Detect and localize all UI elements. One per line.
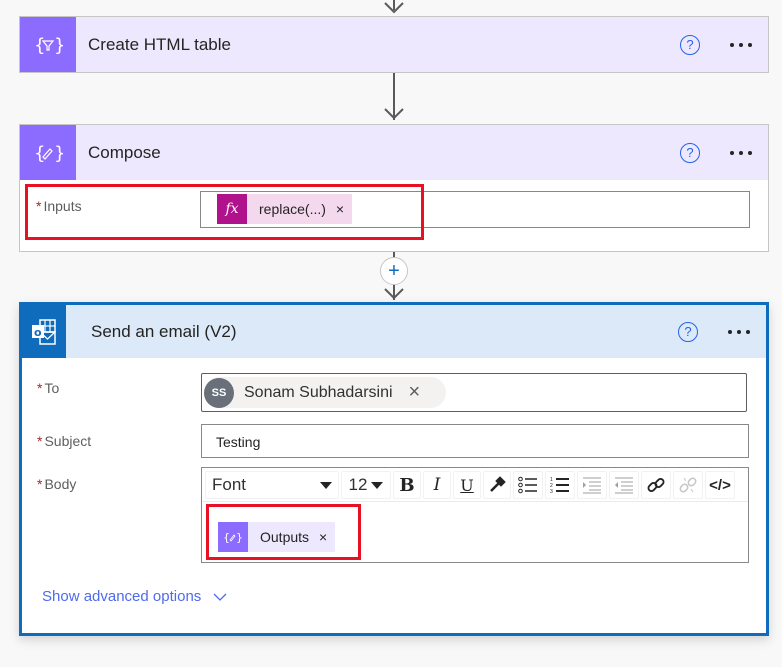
more-options-icon[interactable] [730, 42, 752, 47]
link-button[interactable] [641, 471, 671, 499]
svg-text:}: } [54, 143, 63, 164]
svg-text:{: { [34, 143, 45, 164]
step-header[interactable]: { } Compose ? [20, 125, 768, 180]
svg-text:3: 3 [550, 489, 553, 494]
step-header[interactable]: o Send an email (V2) ? [22, 305, 766, 358]
field-label-text: Body [44, 476, 77, 492]
field-label: * To [37, 380, 59, 396]
caret-down-icon [320, 481, 332, 489]
arrow-down-icon [384, 288, 404, 300]
numbered-list-icon: 123 [550, 477, 569, 494]
field-label-text: Subject [44, 433, 92, 449]
italic-button[interactable]: I [423, 471, 451, 499]
step-title: Compose [88, 142, 161, 162]
help-icon[interactable]: ? [680, 34, 700, 55]
field-label: * Subject [37, 433, 91, 449]
unlink-icon [679, 477, 697, 493]
avatar: SS [204, 377, 234, 408]
step-create-html-table[interactable]: { } Create HTML table ? [19, 16, 769, 73]
bullet-list-button[interactable] [513, 471, 543, 499]
recipient-name: Sonam Subhadarsini [244, 383, 393, 401]
font-value: Font [212, 475, 247, 494]
outdent-button[interactable] [609, 471, 639, 499]
font-size-value: 12 [348, 475, 368, 494]
svg-text:}: } [54, 35, 63, 56]
link-icon [647, 478, 665, 492]
font-size-select[interactable]: 12 [341, 471, 391, 499]
bullet-list-icon [518, 476, 537, 494]
add-step-button[interactable]: + [380, 257, 408, 285]
required-marker: * [37, 380, 43, 396]
highlight-box [25, 184, 424, 240]
help-icon[interactable]: ? [678, 321, 698, 342]
help-icon[interactable]: ? [680, 142, 700, 163]
required-marker: * [37, 433, 43, 449]
svg-text:{: { [34, 35, 45, 56]
plus-icon: + [388, 260, 400, 282]
arrow-down-icon [384, 108, 404, 120]
link-text: Show advanced options [42, 588, 202, 605]
unlink-button[interactable] [673, 471, 703, 499]
outdent-icon [615, 477, 633, 494]
code-icon: </> [709, 476, 731, 494]
to-field[interactable]: SS Sonam Subhadarsini × [201, 373, 747, 412]
outlook-icon: o [22, 305, 66, 358]
step-title: Send an email (V2) [91, 321, 237, 341]
font-select[interactable]: Font [205, 471, 339, 499]
step-title: Create HTML table [88, 34, 231, 54]
caret-down-icon [371, 481, 384, 489]
numbered-list-button[interactable]: 123 [545, 471, 575, 499]
remove-recipient-icon[interactable]: × [409, 381, 421, 404]
show-advanced-options-link[interactable]: Show advanced options [42, 588, 227, 605]
italic-icon: I [433, 475, 441, 495]
required-marker: * [37, 476, 43, 492]
bold-icon: B [399, 474, 415, 496]
indent-button[interactable] [577, 471, 607, 499]
code-view-button[interactable]: </> [705, 471, 735, 499]
more-options-icon[interactable] [730, 150, 752, 155]
more-options-icon[interactable] [728, 329, 750, 334]
bold-button[interactable]: B [393, 471, 421, 499]
arrow-down-icon [384, 2, 404, 14]
recipient-chip[interactable]: SS Sonam Subhadarsini × [204, 377, 446, 408]
subject-input[interactable]: Testing [201, 424, 749, 458]
field-label: * Body [37, 476, 76, 492]
color-button[interactable] [483, 471, 511, 499]
field-label-text: To [44, 380, 60, 396]
underline-button[interactable]: U [453, 471, 481, 499]
step-send-email[interactable]: o Send an email (V2) ? * To SS Sonam Subh… [19, 302, 769, 636]
indent-icon [583, 477, 601, 494]
rich-text-toolbar: Font 12 B I U 123 </> [202, 468, 748, 502]
underline-icon: U [460, 475, 474, 495]
subject-value: Testing [216, 434, 261, 450]
data-operation-icon: { } [20, 17, 76, 72]
eyedropper-icon [490, 476, 506, 492]
step-header[interactable]: { } Create HTML table ? [20, 17, 768, 72]
compose-icon: { } [20, 125, 76, 180]
highlight-box [206, 504, 361, 560]
svg-text:o: o [34, 326, 42, 339]
chevron-down-icon [213, 593, 227, 601]
